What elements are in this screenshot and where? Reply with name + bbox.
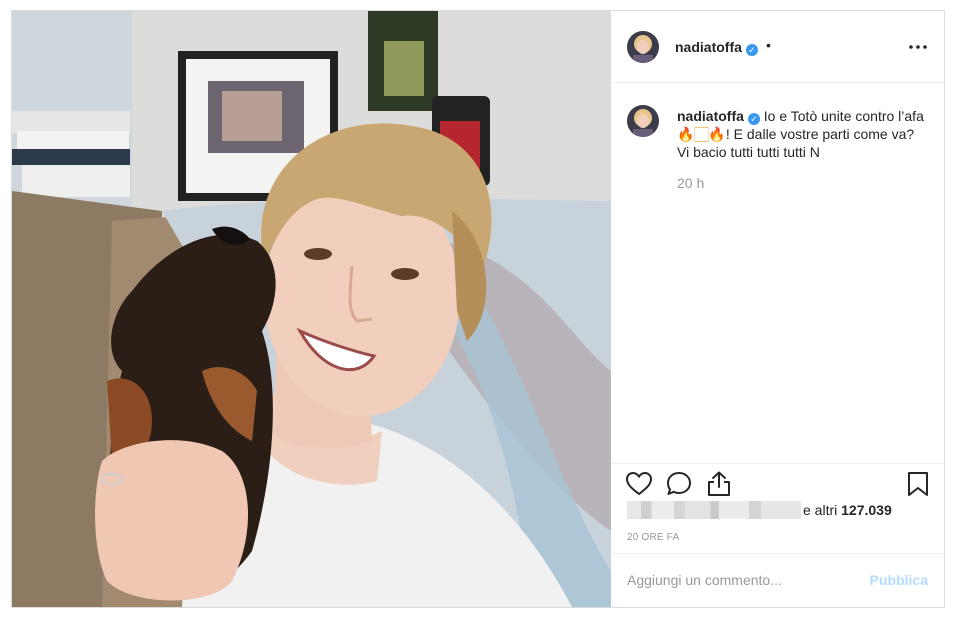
likes-prefix: e altri xyxy=(803,502,838,518)
blurred-liker-names xyxy=(627,501,801,519)
caption-body-start: Io e Totò unite contro l’afa xyxy=(763,108,924,124)
post-photo-illustration xyxy=(12,11,611,607)
post-photo[interactable] xyxy=(12,11,611,607)
more-options-icon[interactable] xyxy=(908,37,928,57)
comment-bar: Pubblica xyxy=(611,553,944,607)
verified-badge-icon: ✓ xyxy=(745,44,758,56)
caption-verified-badge-icon: ✓ xyxy=(747,113,760,125)
likes-count: 127.039 xyxy=(841,502,892,518)
author-avatar[interactable] xyxy=(627,31,659,63)
heart-icon[interactable] xyxy=(625,470,653,498)
share-icon[interactable] xyxy=(705,470,733,498)
caption-username[interactable]: nadiatoffa xyxy=(677,108,744,124)
likes-text[interactable]: e altri 127.039 xyxy=(803,502,892,518)
author-username[interactable]: nadiatoffa ✓ xyxy=(675,39,758,56)
post-date[interactable]: 20 ORE FA xyxy=(627,532,679,543)
post-sidebar: nadiatoffa ✓ • nadiatoffa ✓ Io e Totò un… xyxy=(611,11,944,607)
bookmark-icon[interactable] xyxy=(904,470,932,498)
caption-text: nadiatoffa ✓ Io e Totò unite contro l’afa… xyxy=(677,107,927,161)
caption-avatar-image xyxy=(627,105,659,137)
caption-emoji: 🔥🏻🔥 xyxy=(677,126,726,142)
likes-row: e altri 127.039 xyxy=(627,499,927,521)
header-separator: • xyxy=(766,37,771,53)
comment-input[interactable] xyxy=(627,570,847,590)
author-username-text[interactable]: nadiatoffa xyxy=(675,39,742,55)
post-header: nadiatoffa ✓ • xyxy=(611,11,944,83)
publish-button[interactable]: Pubblica xyxy=(870,572,928,588)
instagram-post: nadiatoffa ✓ • nadiatoffa ✓ Io e Totò un… xyxy=(11,10,945,608)
caption-avatar[interactable] xyxy=(627,105,659,137)
author-avatar-image xyxy=(627,31,659,63)
caption-time[interactable]: 20 h xyxy=(677,175,704,191)
comment-bubble-icon[interactable] xyxy=(665,470,693,498)
action-bar xyxy=(611,463,944,497)
